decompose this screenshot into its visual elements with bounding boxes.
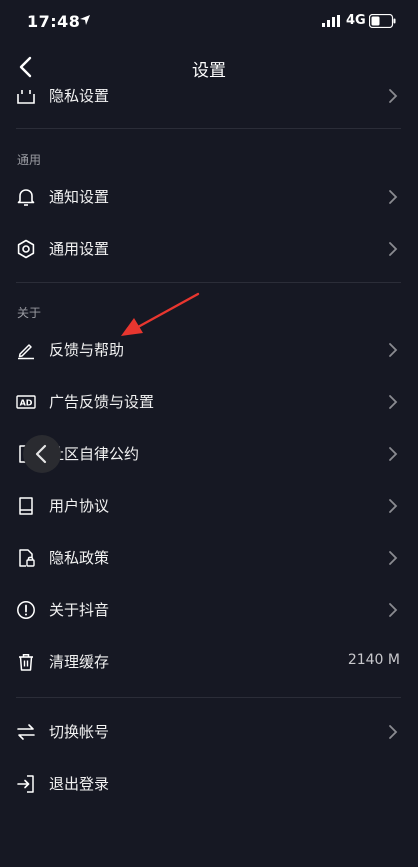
settings-row-switch-account[interactable]: 切换帐号 <box>0 706 418 758</box>
section-header-general: 通用 <box>17 153 42 167</box>
settings-row-label: 切换帐号 <box>49 723 110 741</box>
battery-icon <box>369 14 396 28</box>
trash-icon <box>19 654 33 671</box>
settings-row-label: 通知设置 <box>49 188 110 206</box>
settings-row-privacy[interactable]: 隐私设置 <box>0 70 418 122</box>
svg-text:AD: AD <box>20 399 33 408</box>
divider <box>16 282 401 283</box>
settings-row-label: 社区自律公约 <box>49 445 140 463</box>
settings-row-label: 退出登录 <box>49 775 110 793</box>
cache-size: 2140 M <box>347 652 400 668</box>
settings-row-logout[interactable]: 退出登录 <box>0 758 418 810</box>
section-header-about: 关于 <box>17 306 42 320</box>
status-bar: 17:48 4G <box>0 0 418 44</box>
settings-row-feedback[interactable]: 反馈与帮助 <box>0 324 418 376</box>
settings-row-label: 关于抖音 <box>49 601 110 619</box>
chevron-left-icon <box>35 444 47 464</box>
network-type: 4G <box>346 13 366 28</box>
ad-icon: AD <box>16 395 36 409</box>
settings-row-label: 用户协议 <box>49 497 110 515</box>
chevron-right-icon <box>389 551 398 565</box>
logout-icon <box>17 775 34 793</box>
swap-icon <box>17 724 35 740</box>
location-arrow-icon <box>80 15 90 25</box>
lock-document-icon <box>19 549 35 567</box>
settings-row-notify[interactable]: 通知设置 <box>0 171 418 223</box>
floating-back-button[interactable] <box>23 435 61 473</box>
settings-row-user-agreement[interactable]: 用户协议 <box>0 480 418 532</box>
settings-row-clear-cache[interactable]: 清理缓存 2140 M <box>0 636 418 688</box>
bell-icon <box>17 189 35 206</box>
chevron-right-icon <box>389 395 398 409</box>
divider <box>16 128 401 129</box>
pencil-icon <box>18 344 34 360</box>
divider <box>16 697 401 698</box>
settings-row-label: 通用设置 <box>49 240 110 258</box>
chevron-right-icon <box>389 89 398 103</box>
book-icon <box>19 497 33 515</box>
gear-icon <box>17 239 35 259</box>
info-icon <box>17 601 35 619</box>
chevron-right-icon <box>389 343 398 357</box>
signal-icon <box>322 15 340 27</box>
chevron-right-icon <box>389 242 398 256</box>
privacy-icon <box>17 90 35 104</box>
settings-row-label: 隐私政策 <box>49 549 110 567</box>
chevron-right-icon <box>389 190 398 204</box>
settings-row-label: 反馈与帮助 <box>49 341 125 359</box>
settings-row-general[interactable]: 通用设置 <box>0 223 418 275</box>
chevron-right-icon <box>389 603 398 617</box>
chevron-right-icon <box>389 725 398 739</box>
settings-row-community[interactable]: 社区自律公约 <box>0 428 418 480</box>
chevron-right-icon <box>389 499 398 513</box>
chevron-right-icon <box>389 447 398 461</box>
status-time: 17:48 <box>27 12 81 31</box>
settings-row-label: 隐私设置 <box>49 87 110 105</box>
settings-row-label: 广告反馈与设置 <box>49 393 155 411</box>
settings-row-ad[interactable]: AD 广告反馈与设置 <box>0 376 418 428</box>
settings-row-label: 清理缓存 <box>49 653 110 671</box>
settings-row-about[interactable]: 关于抖音 <box>0 584 418 636</box>
settings-row-privacy-policy[interactable]: 隐私政策 <box>0 532 418 584</box>
